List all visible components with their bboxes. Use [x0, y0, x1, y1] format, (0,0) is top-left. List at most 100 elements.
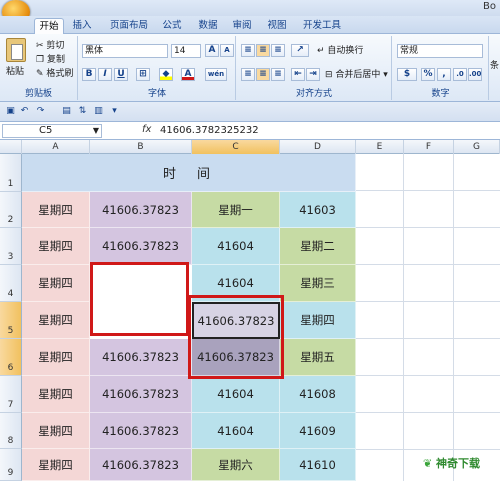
currency-icon[interactable]: $ [397, 68, 417, 81]
cell-b5[interactable] [90, 302, 192, 339]
chart-icon[interactable]: ▥ [92, 105, 105, 118]
cell-d9[interactable]: 41610 [280, 449, 356, 481]
row-header-2[interactable]: 2 [0, 192, 22, 228]
cell-a9[interactable]: 星期四 [22, 449, 90, 481]
font-size-select[interactable]: 14 [171, 44, 201, 58]
font-name-select[interactable]: 黑体 [82, 44, 168, 58]
align-top-icon[interactable]: ≡ [241, 44, 255, 57]
tab-data[interactable]: 数据 [194, 18, 222, 34]
row-header-3[interactable]: 3 [0, 228, 22, 265]
align-middle-icon[interactable]: ≡ [256, 44, 270, 57]
cell-b6[interactable]: 41606.37823 [90, 339, 192, 376]
underline-button[interactable]: U [114, 68, 128, 81]
tab-page-layout[interactable]: 页面布局 [104, 18, 154, 34]
format-painter-button[interactable]: ✎ 格式刷 [36, 68, 73, 80]
tab-home[interactable]: 开始 [34, 18, 64, 34]
row-header-1[interactable]: 1 [0, 154, 22, 192]
cell-b3[interactable]: 41606.37823 [90, 228, 192, 265]
row-header-7[interactable]: 7 [0, 376, 22, 413]
decrease-indent-icon[interactable]: ⇤ [291, 68, 305, 81]
cell-a5[interactable]: 星期四 [22, 302, 90, 339]
cell-b2[interactable]: 41606.37823 [90, 192, 192, 228]
tab-formulas[interactable]: 公式 [158, 18, 186, 34]
column-header-f[interactable]: F [404, 140, 454, 154]
cell-c5-active[interactable]: 41606.37823 [192, 302, 280, 339]
comma-button[interactable]: , [437, 68, 451, 81]
cell-a7[interactable]: 星期四 [22, 376, 90, 413]
align-center-icon[interactable]: ≡ [256, 68, 270, 81]
cell-d2[interactable]: 41603 [280, 192, 356, 228]
paste-icon[interactable] [6, 38, 26, 62]
row-header-4[interactable]: 4 [0, 265, 22, 302]
align-left-icon[interactable]: ≡ [241, 68, 255, 81]
row-header-6[interactable]: 6 [0, 339, 22, 376]
customize-qat-icon[interactable]: ▾ [108, 105, 121, 118]
cell-d4[interactable]: 星期三 [280, 265, 356, 302]
grow-font-button[interactable]: A [205, 44, 219, 57]
wrap-text-button[interactable]: ↵ 自动换行 [317, 45, 363, 57]
cell-c9[interactable]: 星期六 [192, 449, 280, 481]
align-right-icon[interactable]: ≡ [271, 68, 285, 81]
cell-c3[interactable]: 41604 [192, 228, 280, 265]
row-header-9[interactable]: 9 [0, 449, 22, 481]
cell-c8[interactable]: 41604 [192, 413, 280, 449]
column-header-b[interactable]: B [90, 140, 192, 154]
column-header-c[interactable]: C [192, 140, 280, 154]
paste-button[interactable]: 粘贴 [6, 66, 24, 78]
cell-d5[interactable]: 星期四 [280, 302, 356, 339]
border-button[interactable]: ⊞ [136, 68, 150, 81]
cell-c4[interactable]: 41604 [192, 265, 280, 302]
number-format-select[interactable]: 常规 [397, 44, 483, 58]
cell-d7[interactable]: 41608 [280, 376, 356, 413]
tab-insert[interactable]: 插入 [68, 18, 96, 34]
cell-c2[interactable]: 星期一 [192, 192, 280, 228]
font-color-button[interactable]: A [181, 68, 195, 81]
shrink-font-button[interactable]: A [220, 44, 234, 57]
cell-c7[interactable]: 41604 [192, 376, 280, 413]
sort-icon[interactable]: ⇅ [76, 105, 89, 118]
column-header-e[interactable]: E [356, 140, 404, 154]
italic-button[interactable]: I [98, 68, 112, 81]
row-header-5[interactable]: 5 [0, 302, 22, 339]
phonetic-button[interactable]: wén [205, 68, 227, 81]
cell-a8[interactable]: 星期四 [22, 413, 90, 449]
print-preview-icon[interactable]: ▤ [60, 105, 73, 118]
column-header-d[interactable]: D [280, 140, 356, 154]
column-header-g[interactable]: G [454, 140, 500, 154]
cell-d6[interactable]: 星期五 [280, 339, 356, 376]
formula-input[interactable]: 41606.3782325232 [160, 125, 259, 136]
orientation-icon[interactable]: ↗ [291, 44, 309, 57]
cell-b9[interactable]: 41606.37823 [90, 449, 192, 481]
fill-color-button[interactable]: ◆ [159, 68, 173, 81]
row-header-8[interactable]: 8 [0, 413, 22, 449]
cell-a3[interactable]: 星期四 [22, 228, 90, 265]
cell-c6-selected[interactable]: 41606.37823 [192, 339, 280, 376]
cell-b8[interactable]: 41606.37823 [90, 413, 192, 449]
redo-icon[interactable]: ↷ [34, 105, 47, 118]
tab-developer[interactable]: 开发工具 [300, 18, 344, 34]
cell-a2[interactable]: 星期四 [22, 192, 90, 228]
insert-function-button[interactable]: fx [142, 124, 151, 135]
decrease-decimal-icon[interactable]: .00 [468, 68, 482, 81]
cell-d3[interactable]: 星期二 [280, 228, 356, 265]
increase-indent-icon[interactable]: ⇥ [306, 68, 320, 81]
undo-icon[interactable]: ↶ [18, 105, 31, 118]
increase-decimal-icon[interactable]: .0 [453, 68, 467, 81]
name-box[interactable]: C5 ▼ [2, 124, 102, 138]
tab-view[interactable]: 视图 [263, 18, 291, 34]
select-all-corner[interactable] [0, 140, 22, 154]
cell-a4[interactable]: 星期四 [22, 265, 90, 302]
name-box-dropdown-icon[interactable]: ▼ [93, 125, 99, 137]
percent-button[interactable]: % [421, 68, 435, 81]
cell-b4[interactable] [90, 265, 192, 302]
bold-button[interactable]: B [82, 68, 96, 81]
cut-button[interactable]: ✂ 剪切 [36, 40, 64, 52]
align-bottom-icon[interactable]: ≡ [271, 44, 285, 57]
cell-a6[interactable]: 星期四 [22, 339, 90, 376]
save-icon[interactable]: ▣ [4, 105, 17, 118]
copy-button[interactable]: ❐ 复制 [36, 54, 65, 66]
cell-b7[interactable]: 41606.37823 [90, 376, 192, 413]
empty-grid-area[interactable] [356, 154, 500, 481]
tab-review[interactable]: 审阅 [228, 18, 256, 34]
merge-center-button[interactable]: ⊟ 合并后居中 ▾ [325, 69, 388, 81]
